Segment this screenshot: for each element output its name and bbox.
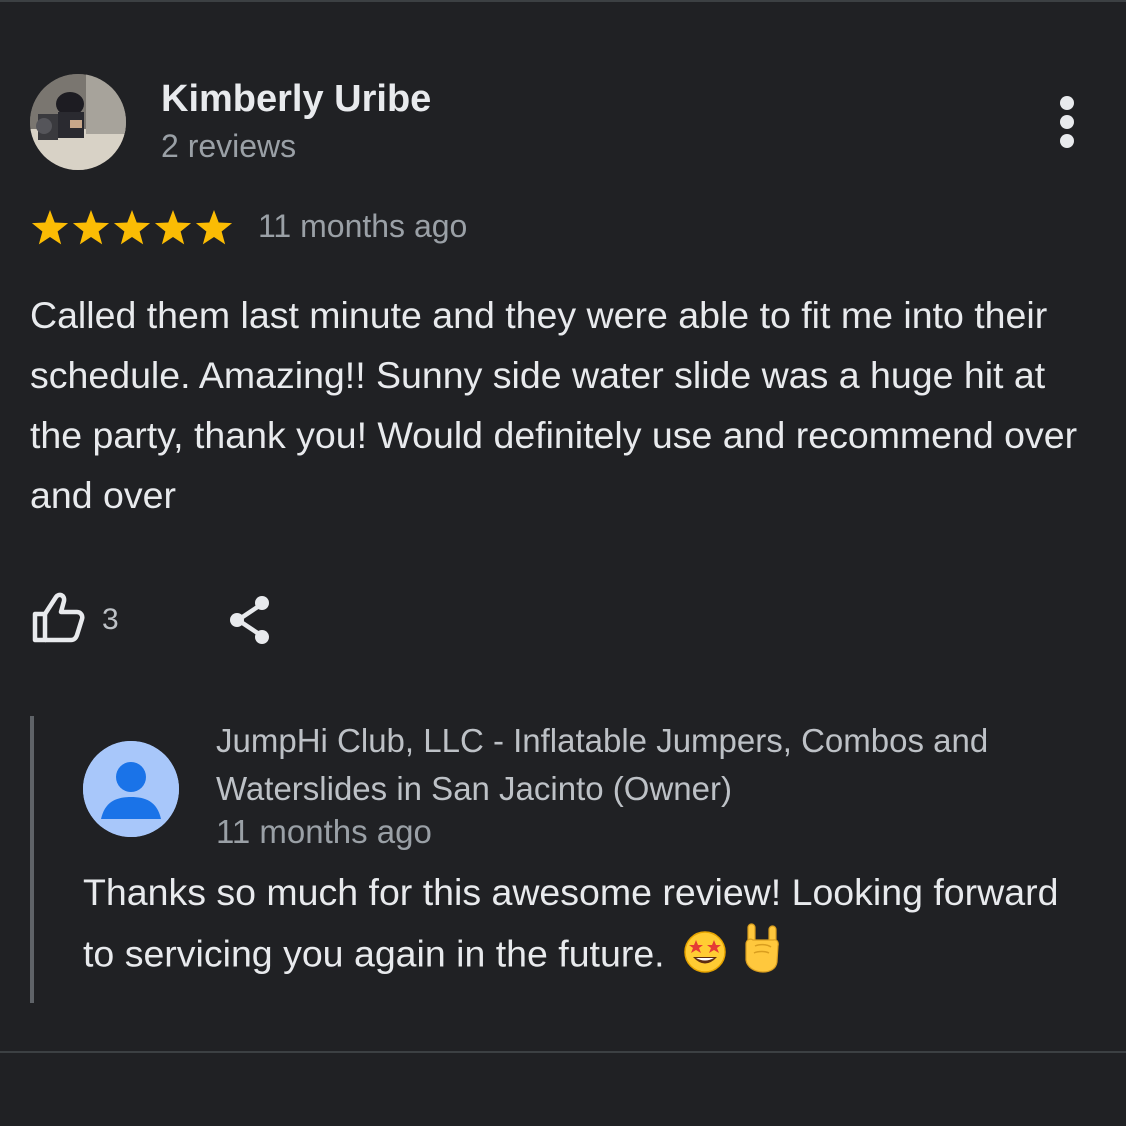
reviewer-review-count[interactable]: 2 reviews: [161, 128, 296, 165]
review-text: Called them last minute and they were ab…: [30, 294, 1078, 516]
owner-response-date: 11 months ago: [216, 813, 432, 850]
bottom-divider: [0, 1051, 1126, 1053]
owner-avatar: [83, 741, 179, 837]
star-icon: [72, 210, 110, 245]
owner-response-text: Thanks so much for this awesome review! …: [83, 862, 1083, 991]
star-icon: [31, 210, 69, 245]
share-icon: [230, 596, 269, 644]
star-icon: [195, 210, 233, 245]
emoji-group: [681, 922, 783, 991]
owner-name: JumpHi Club, LLC - Inflatable Jumpers, C…: [216, 722, 989, 807]
star-struck-emoji: [684, 931, 726, 973]
more-options-button[interactable]: [1046, 94, 1088, 154]
like-button[interactable]: 3: [30, 590, 140, 650]
reviewer-name[interactable]: Kimberly Uribe: [161, 78, 431, 121]
owner-response-body: Thanks so much for this awesome review! …: [83, 871, 1059, 975]
star-rating: [30, 208, 236, 248]
review-date: 11 months ago: [258, 208, 468, 244]
more-vert-icon: [1060, 96, 1074, 148]
reviewer-avatar[interactable]: [30, 74, 126, 170]
top-divider: [0, 0, 1126, 2]
stars-row: [31, 210, 233, 245]
share-button[interactable]: [222, 590, 282, 650]
star-icon: [113, 210, 151, 245]
like-count: 3: [102, 603, 119, 636]
rock-on-hand-emoji: [745, 923, 780, 973]
thumb-up-icon: [32, 592, 85, 643]
person-icon: [83, 741, 179, 837]
star-icon: [154, 210, 192, 245]
owner-response-bar: [30, 716, 34, 1003]
